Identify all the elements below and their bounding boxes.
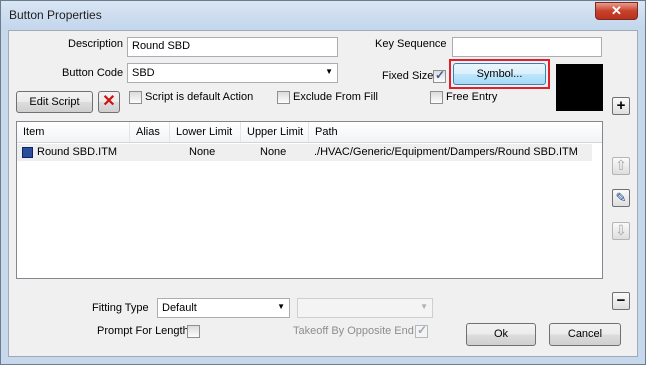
chevron-down-icon: ▼	[325, 67, 333, 76]
column-header-item[interactable]: Item	[17, 122, 130, 142]
exclude-from-fill-label: Exclude From Fill	[293, 91, 378, 103]
item-lower-limit: None	[189, 146, 216, 158]
add-item-button[interactable]: +	[612, 97, 630, 115]
prompt-for-length-checkbox[interactable]	[187, 325, 200, 338]
fixed-size-checkbox[interactable]	[433, 68, 446, 83]
arrow-down-icon: ⇩	[615, 222, 627, 238]
script-default-label: Script is default Action	[145, 91, 254, 103]
chevron-down-icon: ▼	[420, 302, 428, 311]
edit-script-button[interactable]: Edit Script	[16, 91, 93, 113]
column-header-path[interactable]: Path	[309, 122, 602, 142]
fitting-type-label: Fitting Type	[92, 302, 149, 314]
fitting-type-value: Default	[162, 302, 197, 314]
chevron-down-icon: ▼	[277, 302, 285, 311]
column-header-alias[interactable]: Alias	[130, 122, 170, 142]
column-header-lower-limit[interactable]: Lower Limit	[170, 122, 241, 142]
column-header-upper-limit[interactable]: Upper Limit	[241, 122, 309, 142]
free-entry-label: Free Entry	[446, 91, 498, 103]
symbol-button[interactable]: Symbol...	[453, 63, 546, 85]
description-label: Description	[68, 38, 124, 50]
item-file-icon	[22, 147, 33, 158]
fitting-type-combo[interactable]: Default ▼	[157, 298, 290, 318]
item-list[interactable]: Item Alias Lower Limit Upper Limit Path …	[16, 121, 603, 279]
arrow-up-icon: ⇧	[615, 157, 627, 173]
item-name: Round SBD.ITM	[37, 146, 118, 158]
exclude-from-fill-checkbox[interactable]	[277, 91, 290, 104]
item-path: ./HVAC/Generic/Equipment/Dampers/Round S…	[314, 146, 578, 158]
window-title: Button Properties	[9, 8, 102, 22]
symbol-preview	[556, 64, 603, 111]
edit-icon: ✎	[615, 190, 627, 205]
red-x-icon: ✕	[102, 93, 116, 110]
button-code-value: SBD	[132, 67, 155, 79]
key-sequence-label: Key Sequence	[375, 38, 447, 50]
description-value: Round SBD	[132, 40, 191, 52]
fitting-subtype-combo[interactable]: ▼	[297, 298, 433, 318]
cancel-button[interactable]: Cancel	[549, 323, 621, 346]
delete-script-button[interactable]: ✕	[98, 91, 120, 113]
button-code-label: Button Code	[62, 67, 124, 79]
item-upper-limit: None	[260, 146, 287, 158]
key-sequence-input[interactable]	[452, 37, 602, 57]
description-input[interactable]: Round SBD	[127, 37, 338, 57]
title-bar[interactable]: Button Properties ✕	[1, 1, 645, 29]
button-code-combo[interactable]: SBD ▼	[127, 63, 338, 83]
plus-icon: +	[616, 97, 626, 114]
list-header: Item Alias Lower Limit Upper Limit Path	[17, 122, 602, 143]
move-up-button[interactable]: ⇧	[612, 157, 630, 175]
minus-icon: −	[616, 292, 626, 309]
prompt-for-length-label: Prompt For Length	[97, 325, 189, 337]
list-item[interactable]: Round SBD.ITM None None ./HVAC/Generic/E…	[17, 144, 592, 161]
script-default-checkbox[interactable]	[129, 91, 142, 104]
takeoff-label: Takeoff By Opposite End	[293, 325, 414, 337]
takeoff-checkbox[interactable]	[415, 323, 428, 338]
edit-item-button[interactable]: ✎	[612, 189, 630, 207]
remove-item-button[interactable]: −	[612, 292, 630, 310]
close-button[interactable]: ✕	[595, 2, 638, 20]
ok-button[interactable]: Ok	[466, 323, 536, 346]
move-down-button[interactable]: ⇩	[612, 222, 630, 240]
free-entry-checkbox[interactable]	[430, 91, 443, 104]
fixed-size-label: Fixed Size	[382, 70, 434, 82]
